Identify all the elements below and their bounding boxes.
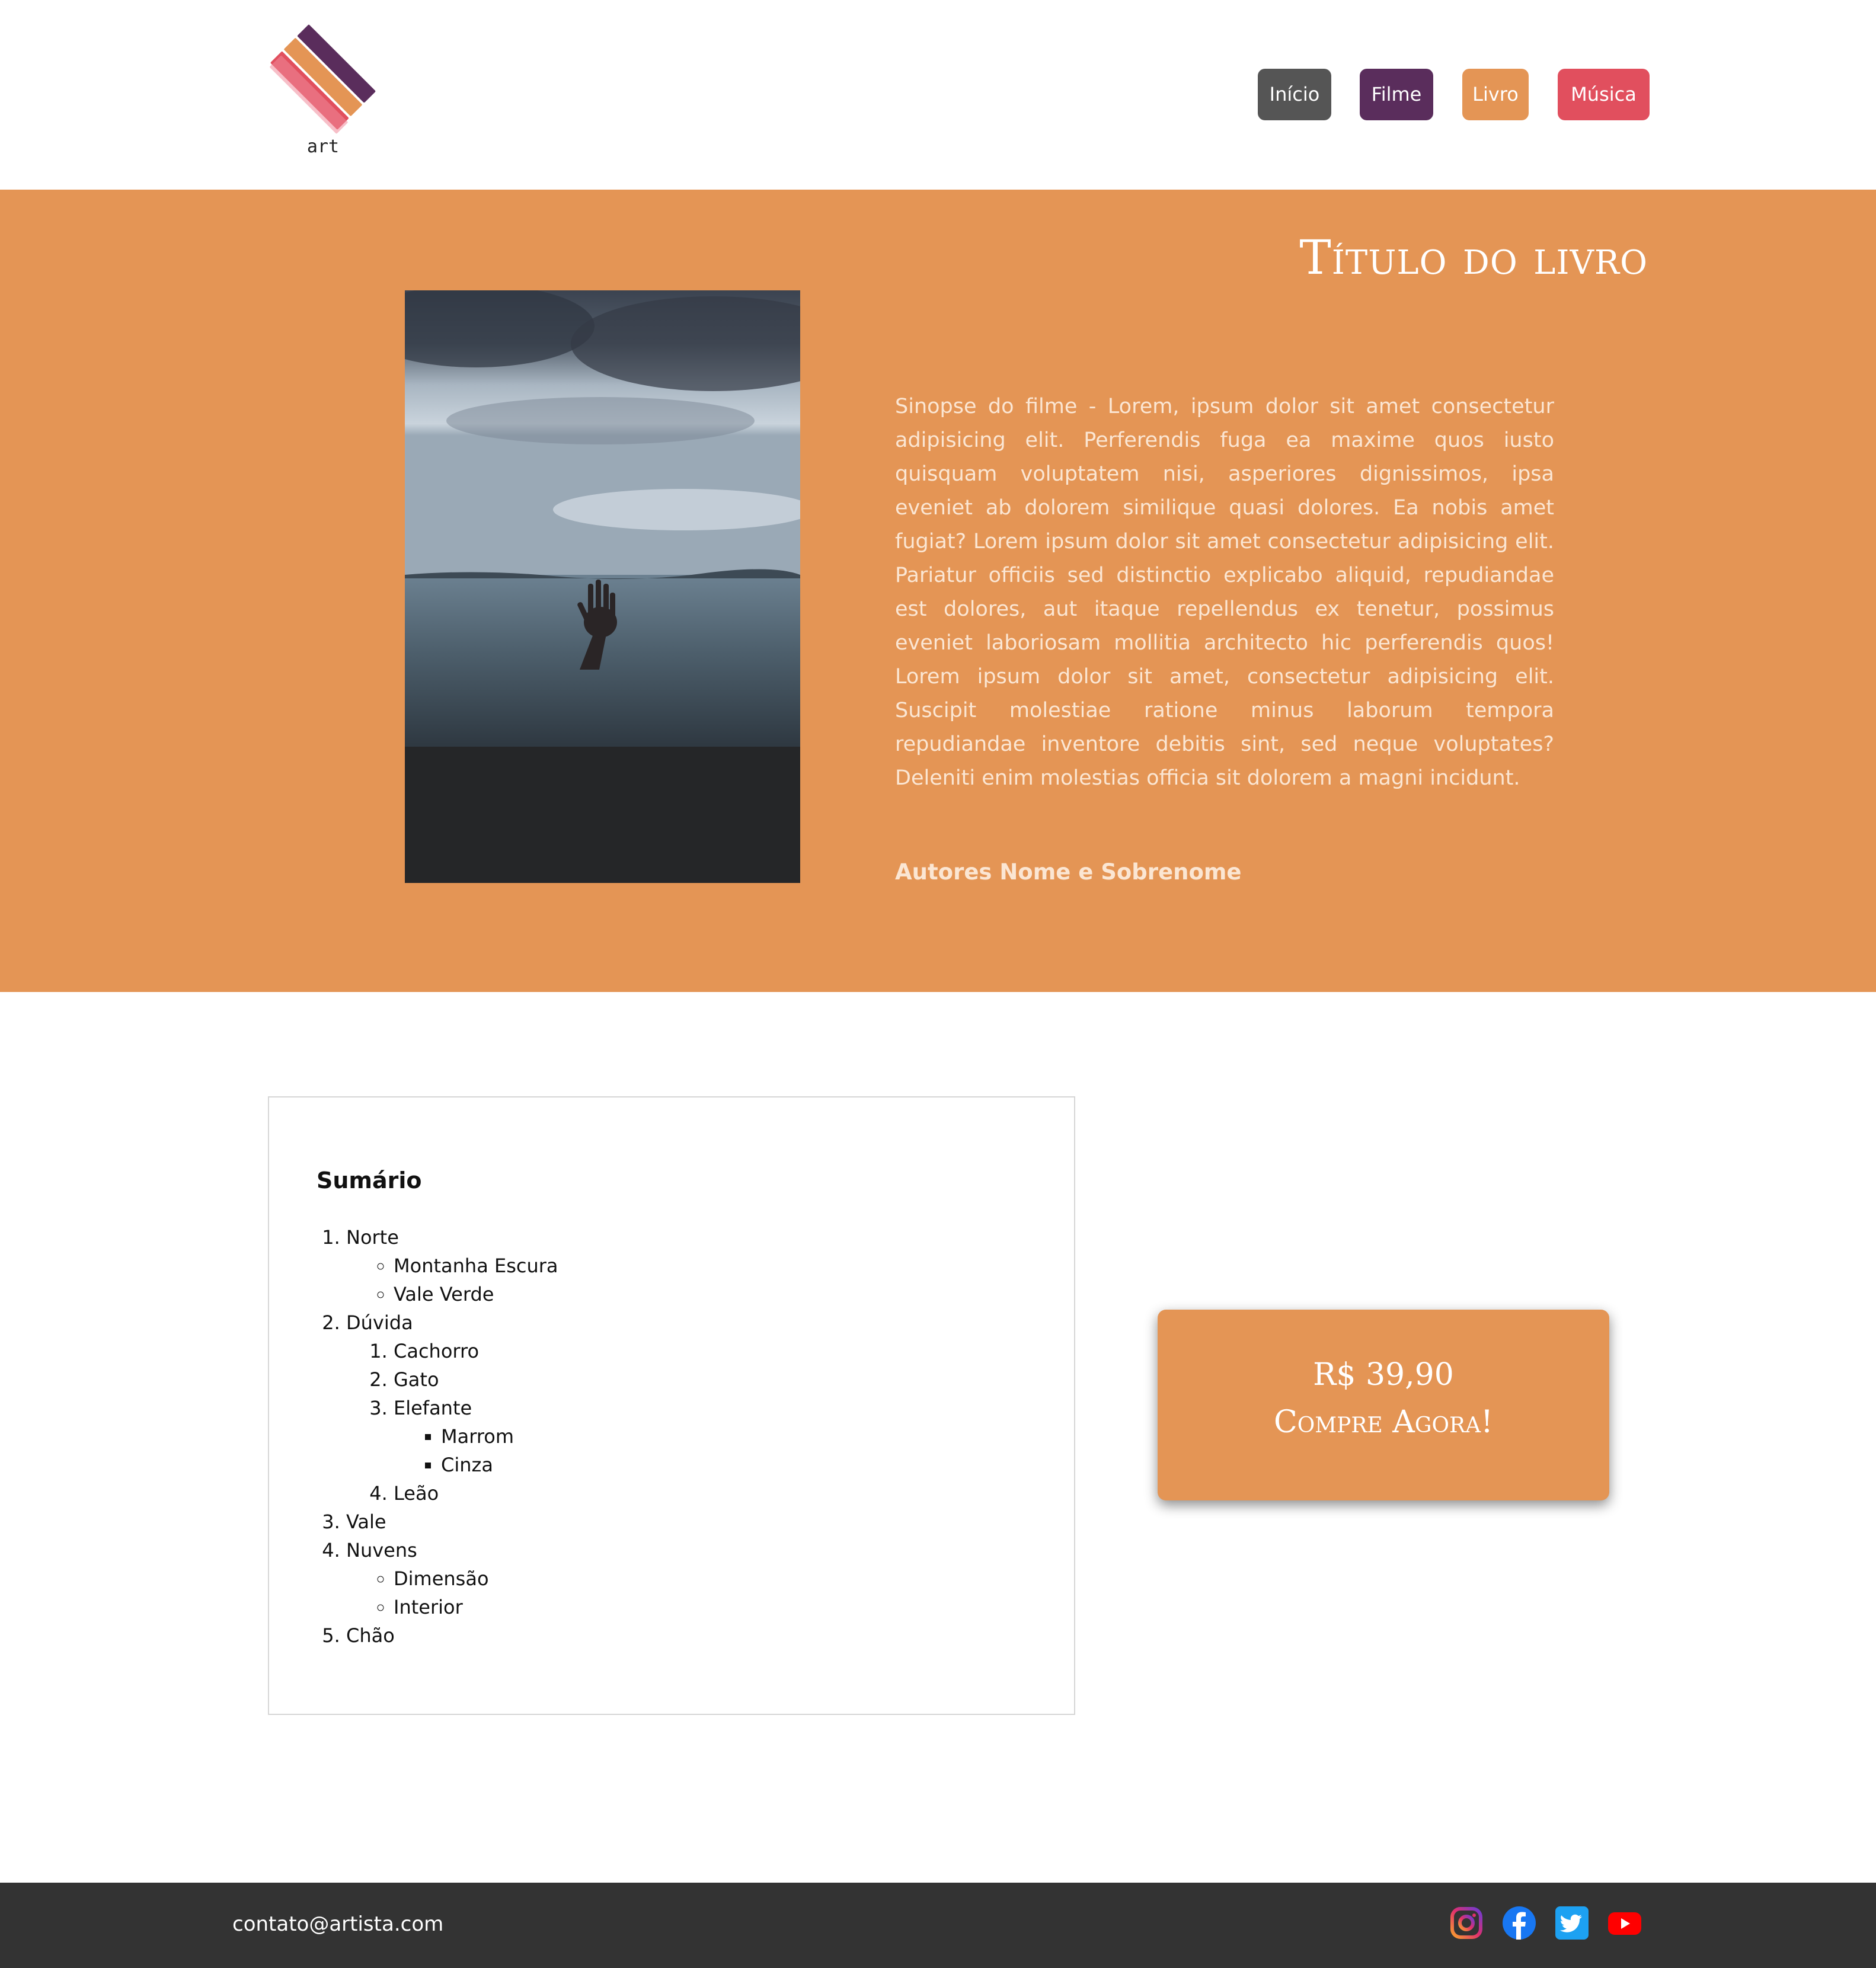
toc-item: Nuvens Dimensão Interior: [346, 1536, 558, 1621]
nav-musica-button[interactable]: Música: [1558, 69, 1650, 120]
logo-stripes-icon: [270, 24, 376, 134]
toc-item: Norte Montanha Escura Vale Verde: [346, 1223, 558, 1308]
toc-item: Dimensão: [394, 1564, 558, 1593]
toc-item: Cinza: [441, 1451, 558, 1479]
book-title: Título do livro: [1299, 230, 1648, 285]
site-header: art Início Filme Livro Música: [0, 0, 1876, 190]
nav-filme-button[interactable]: Filme: [1360, 69, 1433, 120]
toc-item: Leão: [394, 1479, 558, 1508]
twitter-icon[interactable]: [1554, 1905, 1590, 1941]
book-authors: Autores Nome e Sobrenome: [895, 859, 1242, 885]
buy-now-button[interactable]: R$ 39,90 Compre Agora!: [1158, 1310, 1609, 1500]
contact-email[interactable]: contato@artista.com: [232, 1912, 443, 1936]
table-of-contents: Norte Montanha Escura Vale Verde Dúvida …: [346, 1223, 558, 1650]
book-synopsis: Sinopse do filme - Lorem, ipsum dolor si…: [895, 395, 1554, 790]
toc-item: Cachorro: [394, 1337, 558, 1365]
youtube-icon[interactable]: [1607, 1905, 1642, 1941]
buy-cta-label: Compre Agora!: [1273, 1404, 1494, 1440]
instagram-icon[interactable]: [1449, 1905, 1484, 1941]
toc-item: Elefante Marrom Cinza: [394, 1394, 558, 1479]
book-cover-image: [405, 290, 800, 883]
nav-inicio-button[interactable]: Início: [1258, 69, 1331, 120]
summary-title: Sumário: [317, 1167, 422, 1193]
site-footer: contato@artista.com: [0, 1883, 1876, 1968]
toc-item: Vale: [346, 1508, 558, 1536]
toc-item: Dúvida Cachorro Gato Elefante Marrom Cin…: [346, 1308, 558, 1508]
toc-item: Gato: [394, 1365, 558, 1394]
toc-item: Chão: [346, 1621, 558, 1650]
logo[interactable]: art: [270, 24, 376, 166]
facebook-icon[interactable]: [1501, 1905, 1537, 1941]
toc-item: Vale Verde: [394, 1280, 558, 1308]
summary-card: Sumário Norte Montanha Escura Vale Verde…: [268, 1096, 1075, 1715]
toc-item: Interior: [394, 1593, 558, 1621]
toc-item: Marrom: [441, 1422, 558, 1451]
nav-livro-button[interactable]: Livro: [1462, 69, 1529, 120]
toc-item: Montanha Escura: [394, 1252, 558, 1280]
price-label: R$ 39,90: [1313, 1357, 1454, 1393]
logo-text: art: [306, 136, 340, 157]
book-hero: Título do livro Sinopse do filme - Lorem…: [0, 190, 1876, 992]
